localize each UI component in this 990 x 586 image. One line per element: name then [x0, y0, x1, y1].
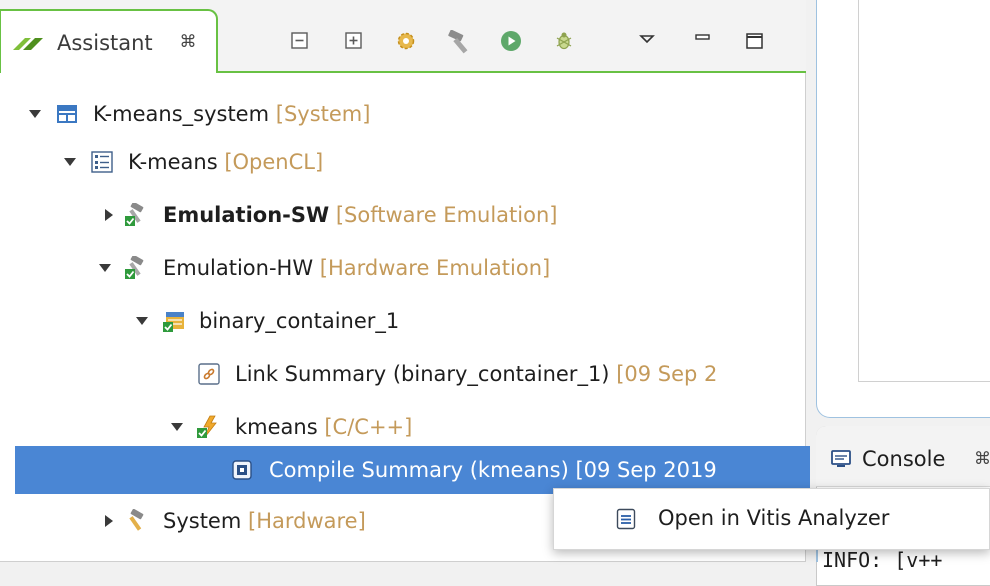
expand-all-icon[interactable]	[343, 30, 365, 52]
menu-item-label: Open in Vitis Analyzer	[658, 506, 890, 530]
run-icon[interactable]	[500, 30, 522, 52]
tree-item-name: Link Summary (binary_container_1)	[235, 362, 610, 386]
system-icon	[57, 105, 77, 123]
tab-console[interactable]: Console	[862, 445, 945, 473]
settings-gear-icon[interactable]	[395, 30, 417, 52]
assistant-view: Assistant ⌘ K-means_system [System] K-me…	[0, 0, 812, 562]
collapse-arrow-right-icon[interactable]	[102, 208, 116, 222]
collapse-all-icon[interactable]	[289, 30, 311, 52]
view-menu-chevron-down-icon[interactable]	[636, 30, 658, 52]
tree-item-name: Compile Summary (kmeans)	[269, 458, 569, 482]
view-header-accent-line	[218, 71, 806, 73]
menu-item-open-in-vitis-analyzer[interactable]: Open in Vitis Analyzer	[554, 489, 989, 549]
expand-arrow-down-icon[interactable]	[98, 261, 112, 275]
assistant-icon	[13, 38, 43, 50]
minimize-icon[interactable]	[692, 30, 714, 52]
console-icon	[831, 450, 851, 467]
expand-arrow-down-icon[interactable]	[170, 420, 184, 434]
tree-item-emulation-sw[interactable]: Emulation-SW [Software Emulation]	[0, 191, 800, 239]
tree-item-kmeans[interactable]: K-means [OpenCL]	[0, 138, 800, 186]
tree-item-name: K-means_system	[93, 102, 270, 126]
tree-item-emulation-hw[interactable]: Emulation-HW [Hardware Emulation]	[0, 244, 800, 292]
expand-arrow-down-icon[interactable]	[135, 314, 149, 328]
close-icon[interactable]: ⌘	[179, 33, 197, 51]
tree-item-name: Emulation-HW	[163, 256, 314, 280]
debug-bug-icon[interactable]	[553, 30, 575, 52]
close-icon[interactable]: ⌘	[974, 449, 990, 469]
build-config-icon	[125, 203, 144, 226]
tree-item-kmeans-system[interactable]: K-means_system [System]	[0, 90, 800, 138]
tree-item-name: kmeans	[235, 415, 318, 439]
assistant-view-header: Assistant ⌘	[0, 0, 806, 73]
tree-item-tag: [09 Sep 2	[616, 362, 718, 386]
tree-item-binary-container[interactable]: binary_container_1	[0, 297, 800, 345]
tree-item-name: binary_container_1	[199, 309, 400, 333]
tab-assistant[interactable]: Assistant ⌘	[0, 9, 218, 73]
document-icon	[616, 508, 636, 530]
tree-item-compile-summary[interactable]: Compile Summary (kmeans) [09 Sep 2019	[15, 446, 812, 494]
maximize-icon[interactable]	[744, 30, 766, 52]
editor-content	[858, 0, 990, 382]
console-output: INFO: [v++	[822, 548, 943, 572]
compile-summary-icon	[232, 460, 252, 480]
tree-item-tag: [Software Emulation]	[335, 203, 558, 227]
tab-assistant-label: Assistant	[57, 31, 153, 55]
link-summary-icon	[198, 363, 220, 385]
collapse-arrow-right-icon[interactable]	[102, 514, 116, 528]
tree-item-tag: [C/C++]	[324, 415, 413, 439]
tree-item-kmeans-kernel[interactable]: kmeans [C/C++]	[0, 403, 800, 451]
tree-item-name: K-means	[128, 150, 218, 174]
expand-arrow-down-icon[interactable]	[28, 107, 42, 121]
build-hammer-icon[interactable]	[445, 30, 475, 54]
context-menu: Open in Vitis Analyzer	[553, 488, 990, 550]
tree-item-link-summary[interactable]: Link Summary (binary_container_1) [09 Se…	[0, 350, 800, 398]
build-config-icon	[125, 256, 144, 279]
tree-item-name: System	[163, 509, 242, 533]
expand-arrow-down-icon[interactable]	[63, 155, 77, 169]
tree-item-tag: [OpenCL]	[224, 150, 324, 174]
tree-item-tag: [09 Sep 2019	[575, 458, 717, 482]
tree-item-tag: [Hardware Emulation]	[319, 256, 551, 280]
binary-container-icon	[163, 312, 184, 332]
project-icon	[91, 151, 113, 173]
hammer-icon	[129, 509, 144, 531]
kernel-icon	[197, 415, 217, 438]
tree-item-name: Emulation-SW	[163, 203, 330, 227]
tree-item-tag: [Hardware]	[248, 509, 366, 533]
tree-item-tag: [System]	[275, 102, 371, 126]
